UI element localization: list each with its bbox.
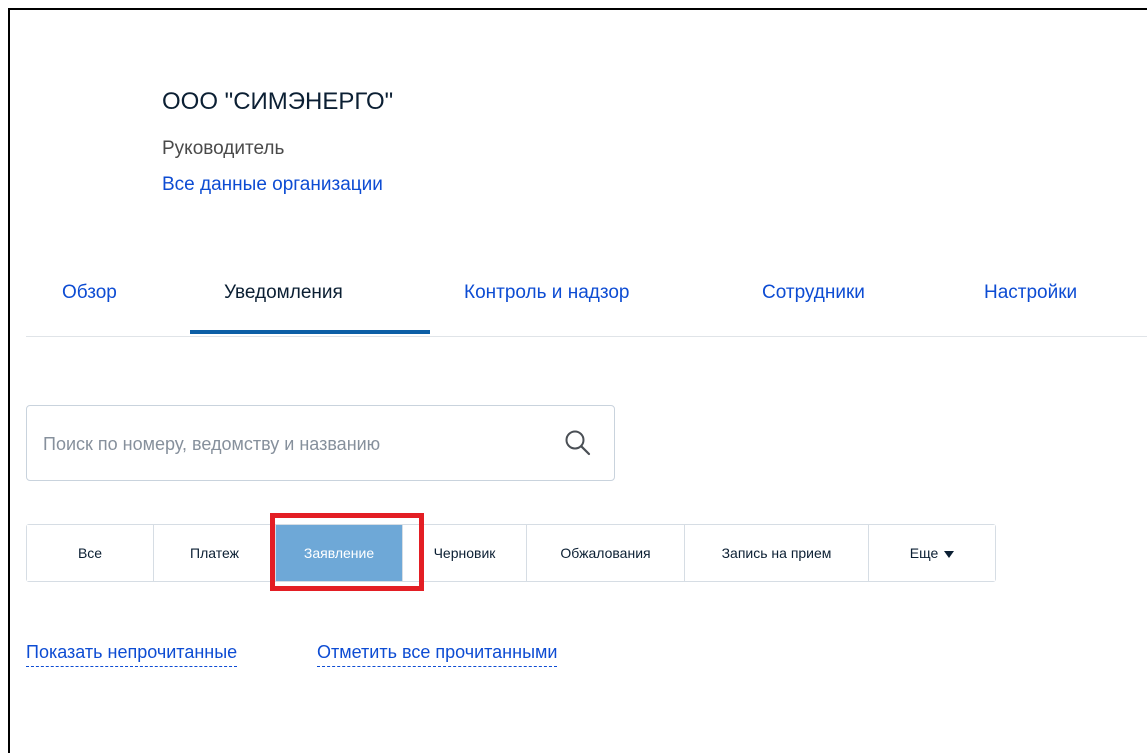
search-box <box>26 405 615 481</box>
filter-label: Еще <box>909 545 939 561</box>
filter-more[interactable]: Еще <box>869 525 995 581</box>
mark-all-read-link[interactable]: Отметить все прочитанными <box>317 642 558 667</box>
filter-appointment[interactable]: Запись на прием <box>685 525 869 581</box>
search-icon[interactable] <box>563 428 593 458</box>
tab-notifications[interactable]: Уведомления <box>224 282 343 304</box>
organization-role: Руководитель <box>162 138 285 159</box>
filter-label: Обжалования <box>560 545 651 561</box>
all-organization-data-link[interactable]: Все данные организации <box>162 174 383 196</box>
tab-bar: Обзор Уведомления Контроль и надзор Сотр… <box>26 278 1147 337</box>
active-tab-indicator <box>190 330 430 334</box>
tab-employees[interactable]: Сотрудники <box>762 282 865 304</box>
filter-label: Запись на прием <box>721 545 832 561</box>
tab-control-supervision[interactable]: Контроль и надзор <box>464 282 629 304</box>
filter-appeals[interactable]: Обжалования <box>527 525 685 581</box>
filter-label: Черновик <box>433 545 496 561</box>
filter-bar: Все Платеж Заявление Черновик Обжаловани… <box>26 524 996 582</box>
filter-draft[interactable]: Черновик <box>403 525 527 581</box>
caret-down-icon <box>944 550 955 558</box>
search-input[interactable] <box>41 428 545 460</box>
filter-payment[interactable]: Платеж <box>154 525 276 581</box>
filter-label: Платеж <box>190 545 239 561</box>
tab-overview[interactable]: Обзор <box>62 282 117 304</box>
filter-application[interactable]: Заявление <box>276 525 403 581</box>
show-unread-link[interactable]: Показать непрочитанные <box>26 642 238 667</box>
organization-name: ООО "СИМЭНЕРГО" <box>162 88 394 115</box>
filter-label: Все <box>77 545 103 561</box>
filter-all[interactable]: Все <box>27 525 154 581</box>
filter-label: Заявление <box>303 545 375 561</box>
tab-settings[interactable]: Настройки <box>984 282 1077 304</box>
